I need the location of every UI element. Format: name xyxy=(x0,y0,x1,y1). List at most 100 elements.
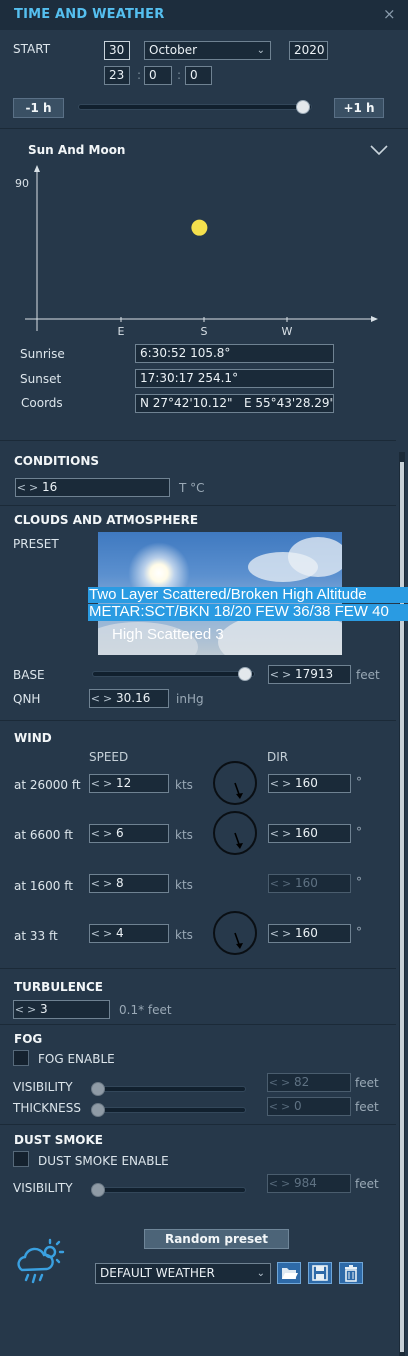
wind-direction-dial[interactable] xyxy=(213,811,257,855)
degree-unit: ° xyxy=(356,925,362,939)
dust-visibility-stepper: <>984 xyxy=(267,1174,351,1193)
wind-altitude-label: at 26000 ft xyxy=(14,778,81,792)
wind-dir-value: 160 xyxy=(295,876,318,890)
dust-enable-checkbox[interactable] xyxy=(13,1151,29,1167)
base-slider[interactable] xyxy=(92,671,255,677)
dir-header: DIR xyxy=(267,750,289,764)
second-field[interactable]: 0 xyxy=(185,66,212,85)
qnh-stepper[interactable]: <>30.16 xyxy=(89,689,169,708)
cloud-shape xyxy=(288,537,342,577)
turbulence-unit: 0.1* feet xyxy=(119,1003,172,1017)
wind-speed-unit: kts xyxy=(175,928,193,942)
wind-dir-stepper[interactable]: <>160 xyxy=(268,824,351,843)
wind-speed-stepper[interactable]: <>8 xyxy=(89,874,169,893)
hour-field[interactable]: 23 xyxy=(104,66,130,85)
wind-altitude-label: at 33 ft xyxy=(14,929,58,943)
divider xyxy=(0,505,396,506)
dust-enable-label: DUST SMOKE ENABLE xyxy=(38,1154,169,1168)
base-stepper[interactable]: <>17913 xyxy=(268,665,351,684)
save-button[interactable] xyxy=(308,1262,332,1284)
wind-speed-value: 4 xyxy=(116,926,124,940)
wind-speed-stepper[interactable]: <>4 xyxy=(89,924,169,943)
divider xyxy=(0,968,396,969)
divider xyxy=(0,720,396,721)
wind-speed-value: 12 xyxy=(116,776,132,790)
save-icon xyxy=(312,1265,328,1281)
wind-altitude-label: at 1600 ft xyxy=(14,879,73,893)
wind-arrow-icon xyxy=(234,932,243,949)
preset-label: PRESET xyxy=(13,537,59,551)
turbulence-value: 3 xyxy=(40,1002,48,1016)
x-tick-label-e: E xyxy=(118,325,125,338)
stepper-arrows-icon[interactable]: <> xyxy=(90,690,116,707)
time-slider[interactable] xyxy=(78,104,312,110)
base-slider-handle[interactable] xyxy=(238,667,253,681)
plus-hour-button[interactable]: +1 h xyxy=(334,98,384,118)
minus-hour-button[interactable]: -1 h xyxy=(13,98,64,118)
sunrise-label: Sunrise xyxy=(20,347,65,361)
temperature-stepper[interactable]: <>16 xyxy=(15,478,170,497)
dust-title: DUST SMOKE xyxy=(14,1133,103,1147)
sun-marker xyxy=(191,219,208,236)
stepper-arrows-icon[interactable]: <> xyxy=(16,479,42,496)
divider xyxy=(0,1124,396,1125)
x-tick-label-s: S xyxy=(201,325,208,338)
delete-button[interactable] xyxy=(339,1262,363,1284)
stepper-arrows-icon[interactable]: <> xyxy=(269,666,295,683)
x-axis-arrow xyxy=(371,316,378,322)
fog-title: FOG xyxy=(14,1032,43,1046)
weather-preset-value: DEFAULT WEATHER xyxy=(100,1266,215,1280)
window-title: TIME AND WEATHER xyxy=(14,7,165,22)
stepper-arrows-icon[interactable]: <> xyxy=(269,825,295,842)
wind-dir-value: 160 xyxy=(295,776,318,790)
stepper-arrows-icon[interactable]: <> xyxy=(90,925,116,942)
time-slider-handle[interactable] xyxy=(295,100,310,114)
wind-speed-stepper[interactable]: <>12 xyxy=(89,774,169,793)
divider xyxy=(0,440,396,441)
close-icon[interactable]: × xyxy=(383,5,396,23)
day-field[interactable]: 30 xyxy=(104,41,130,60)
year-field[interactable]: 2020 xyxy=(289,41,328,60)
wind-speed-stepper[interactable]: <>6 xyxy=(89,824,169,843)
stepper-arrows-icon[interactable]: <> xyxy=(90,775,116,792)
y-tick-label: 90 xyxy=(15,177,29,190)
wind-dir-stepper[interactable]: <>160 xyxy=(268,924,351,943)
fog-thickness-slider xyxy=(92,1107,246,1113)
qnh-value: 30.16 xyxy=(116,691,151,705)
random-preset-button[interactable]: Random preset xyxy=(144,1229,289,1249)
fog-thickness-unit: feet xyxy=(355,1100,379,1114)
turbulence-stepper[interactable]: <>3 xyxy=(13,1000,110,1019)
fog-enable-checkbox[interactable] xyxy=(13,1050,29,1066)
chevron-down-icon[interactable] xyxy=(369,144,389,156)
weather-preset-select[interactable]: DEFAULT WEATHER ⌄ xyxy=(95,1263,271,1284)
time-separator: : xyxy=(177,68,182,82)
wind-direction-dial[interactable] xyxy=(213,911,257,955)
minute-field[interactable]: 0 xyxy=(144,66,172,85)
preset-description-line1[interactable]: Two Layer Scattered/Broken High Altitude xyxy=(88,587,408,603)
dust-visibility-slider xyxy=(92,1187,246,1193)
sunrise-value: 6:30:52 105.8° xyxy=(135,344,334,363)
month-select[interactable]: October ⌄ xyxy=(144,41,271,60)
wind-direction-dial[interactable] xyxy=(213,761,257,805)
stepper-arrows-icon[interactable]: <> xyxy=(14,1001,40,1018)
base-unit: feet xyxy=(356,668,380,682)
open-button[interactable] xyxy=(277,1262,301,1284)
fog-thickness-label: THICKNESS xyxy=(13,1101,81,1115)
wind-dir-stepper: <>160 xyxy=(268,874,351,893)
stepper-arrows-icon[interactable]: <> xyxy=(269,775,295,792)
temperature-unit: T °C xyxy=(179,481,205,495)
stepper-arrows-icon[interactable]: <> xyxy=(90,875,116,892)
wind-dir-stepper[interactable]: <>160 xyxy=(268,774,351,793)
coords-value: N 27°42'10.12" E 55°43'28.29" xyxy=(135,394,334,413)
temperature-value: 16 xyxy=(42,480,58,494)
stepper-arrows-icon[interactable]: <> xyxy=(90,825,116,842)
coords-label: Coords xyxy=(21,396,63,410)
degree-unit: ° xyxy=(356,825,362,839)
speed-header: SPEED xyxy=(89,750,129,764)
turbulence-title: TURBULENCE xyxy=(14,980,103,994)
preset-description-line2[interactable]: METAR:SCT/BKN 18/20 FEW 36/38 FEW 40 xyxy=(88,604,408,621)
wind-speed-value: 6 xyxy=(116,826,124,840)
dust-visibility-unit: feet xyxy=(355,1177,379,1191)
stepper-arrows-icon[interactable]: <> xyxy=(269,925,295,942)
fog-visibility-label: VISIBILITY xyxy=(13,1080,73,1094)
